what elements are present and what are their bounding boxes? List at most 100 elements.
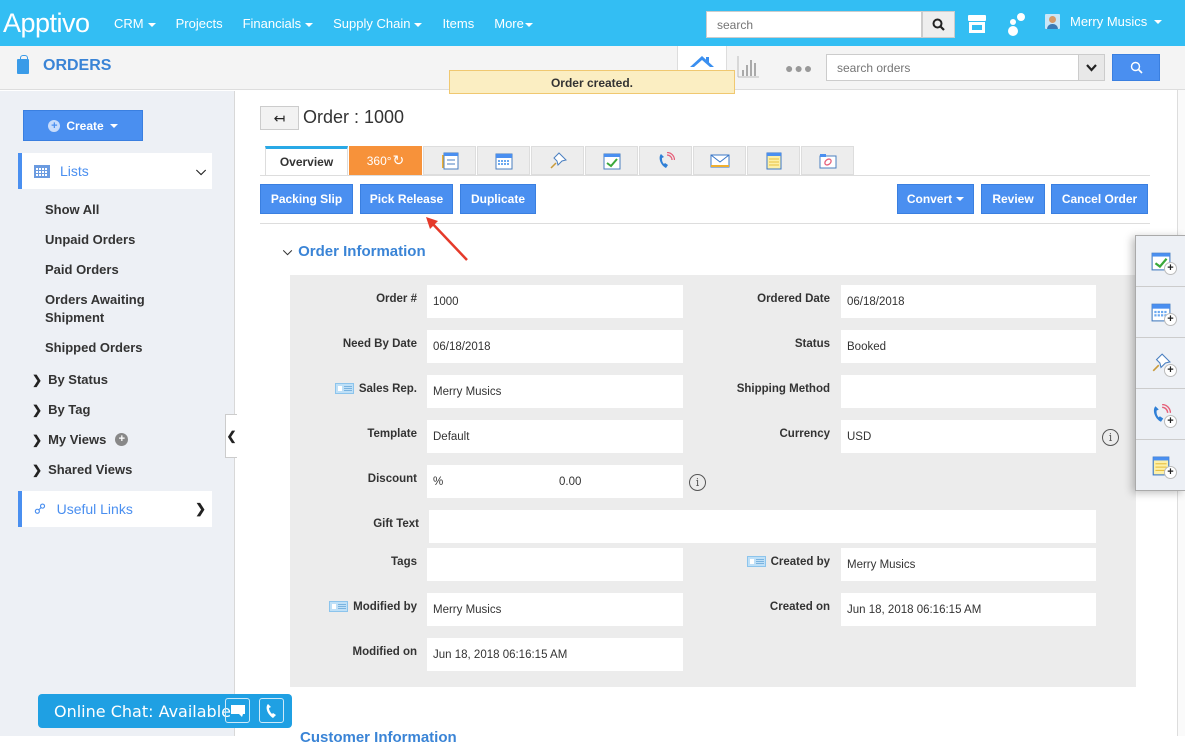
list-item-unpaid-orders[interactable]: Unpaid Orders <box>45 231 135 249</box>
list-item-orders-awaiting-shipment[interactable]: Orders Awaiting Shipment <box>45 291 165 327</box>
plus-circle-icon: + <box>48 119 61 132</box>
global-search-button[interactable] <box>922 11 955 38</box>
useful-links-panel-header[interactable]: ⚯ Useful Links ❯ <box>18 491 212 527</box>
group-by-tag[interactable]: ❯ By Tag <box>32 402 90 417</box>
tags-field[interactable] <box>427 548 683 581</box>
more-dots-icon[interactable]: ●●● <box>785 60 813 76</box>
packing-slip-button[interactable]: Packing Slip <box>260 184 353 214</box>
chevron-right-icon: ❯ <box>32 372 43 387</box>
group-shared-views[interactable]: ❯ Shared Views <box>32 462 132 477</box>
online-chat-widget[interactable]: Online Chat: Available <box>38 694 292 728</box>
currency-info-icon[interactable]: i <box>1102 429 1119 446</box>
chat-message-button[interactable] <box>225 698 250 723</box>
shipping-method-field[interactable] <box>841 375 1096 408</box>
created-by-field[interactable]: Merry Musics <box>841 548 1096 581</box>
record-tabs: Overview 360° ↻ <box>265 146 855 175</box>
calendar-grid-icon <box>34 164 50 178</box>
sales-rep-field[interactable]: Merry Musics <box>427 375 683 408</box>
calendar-icon <box>495 153 512 169</box>
discount-info-icon[interactable]: i <box>689 474 706 491</box>
people-icon[interactable] <box>1005 12 1027 36</box>
discount-field[interactable]: % 0.00 <box>427 465 683 498</box>
chevron-down-icon: ⌵ <box>283 244 293 258</box>
discount-unit: % <box>433 476 444 488</box>
label-created-by: Created by <box>746 556 830 568</box>
order-no-field[interactable]: 1000 <box>427 285 683 318</box>
nav-more[interactable]: More <box>494 16 533 31</box>
list-item-shipped-orders[interactable]: Shipped Orders <box>45 339 143 357</box>
label-need-by-date: Need By Date <box>342 338 417 350</box>
chevron-right-icon: ❯ <box>32 462 43 477</box>
duplicate-button[interactable]: Duplicate <box>460 184 536 214</box>
collapse-sidebar-button[interactable]: ❮ <box>225 414 237 458</box>
tab-follow-ups[interactable] <box>531 146 584 175</box>
cancel-order-button[interactable]: Cancel Order <box>1051 184 1148 214</box>
chart-icon[interactable] <box>737 56 759 78</box>
gift-text-field[interactable] <box>429 510 1096 543</box>
orders-search-button[interactable] <box>1112 54 1160 81</box>
currency-field[interactable]: USD <box>841 420 1096 453</box>
caret-down-icon <box>109 123 118 128</box>
nav-supply-chain[interactable]: Supply Chain <box>333 16 423 31</box>
modified-by-field[interactable]: Merry Musics <box>427 593 683 626</box>
template-field[interactable]: Default <box>427 420 683 453</box>
label-currency: Currency <box>779 428 831 440</box>
contact-card-icon[interactable] <box>334 383 354 395</box>
app-title[interactable]: ORDERS <box>17 54 111 75</box>
list-item-show-all[interactable]: Show All <box>45 201 99 219</box>
order-information-form: Order # 1000 Ordered Date 06/18/2018 Nee… <box>290 275 1136 687</box>
tab-calls[interactable] <box>639 146 692 175</box>
modified-on-field[interactable]: Jun 18, 2018 06:16:15 AM <box>427 638 683 671</box>
contact-card-icon[interactable] <box>329 601 349 613</box>
contact-card-icon[interactable] <box>746 556 766 568</box>
tab-calendar[interactable] <box>477 146 530 175</box>
created-on-field[interactable]: Jun 18, 2018 06:16:15 AM <box>841 593 1096 626</box>
convert-button[interactable]: Convert <box>897 184 974 214</box>
tab-360[interactable]: 360° ↻ <box>349 146 422 175</box>
add-view-icon[interactable]: + <box>115 433 129 446</box>
quick-add-note[interactable]: + <box>1136 440 1185 491</box>
back-button[interactable]: ↤ <box>260 106 299 130</box>
tab-overview[interactable]: Overview <box>265 146 348 175</box>
global-search-input[interactable] <box>706 11 922 38</box>
tab-tasks[interactable] <box>585 146 638 175</box>
create-button[interactable]: + Create <box>23 110 143 141</box>
tab-divider <box>260 175 1150 176</box>
quick-add-task[interactable]: + <box>1136 236 1185 287</box>
ordered-date-field[interactable]: 06/18/2018 <box>841 285 1096 318</box>
user-menu[interactable]: Merry Musics <box>1045 14 1163 29</box>
pick-release-button[interactable]: Pick Release <box>360 184 453 214</box>
status-field[interactable]: Booked <box>841 330 1096 363</box>
tab-forms[interactable] <box>423 146 476 175</box>
orders-search-input[interactable] <box>826 54 1079 81</box>
tab-emails[interactable] <box>693 146 746 175</box>
store-icon[interactable] <box>967 13 987 35</box>
review-button[interactable]: Review <box>981 184 1045 214</box>
nav-crm[interactable]: CRM <box>114 16 156 31</box>
tab-documents[interactable] <box>801 146 854 175</box>
label-ordered-date: Ordered Date <box>757 293 830 305</box>
order-information-header[interactable]: ⌵ Order Information <box>283 243 426 260</box>
label-order-no: Order # <box>376 293 417 305</box>
list-item-paid-orders[interactable]: Paid Orders <box>45 261 119 279</box>
nav-projects[interactable]: Projects <box>176 16 223 31</box>
quick-add-follow-up[interactable]: + <box>1136 338 1185 389</box>
chevron-down-icon <box>1086 63 1097 72</box>
chat-call-button[interactable] <box>259 698 284 723</box>
need-by-date-field[interactable]: 06/18/2018 <box>427 330 683 363</box>
tab-notes[interactable] <box>747 146 800 175</box>
search-filter-dropdown[interactable] <box>1078 54 1105 81</box>
group-by-status[interactable]: ❯ By Status <box>32 372 108 387</box>
quick-add-call[interactable]: + <box>1136 389 1185 440</box>
chevron-left-icon: ❮ <box>226 429 237 443</box>
nav-financials[interactable]: Financials <box>243 16 314 31</box>
nav-items[interactable]: Items <box>442 16 474 31</box>
top-navigation-bar: Apptivo CRM Projects Financials Supply C… <box>0 0 1185 46</box>
apptivo-logo[interactable]: Apptivo <box>3 8 90 39</box>
notification-toast: Order created. <box>449 70 735 94</box>
group-my-views[interactable]: ❯ My Views + <box>32 432 129 447</box>
lists-panel-header[interactable]: Lists ⌵ <box>18 153 212 189</box>
quick-add-event[interactable]: + <box>1136 287 1185 338</box>
label-template: Template <box>367 428 417 440</box>
customer-information-header[interactable]: Customer Information <box>300 729 457 746</box>
